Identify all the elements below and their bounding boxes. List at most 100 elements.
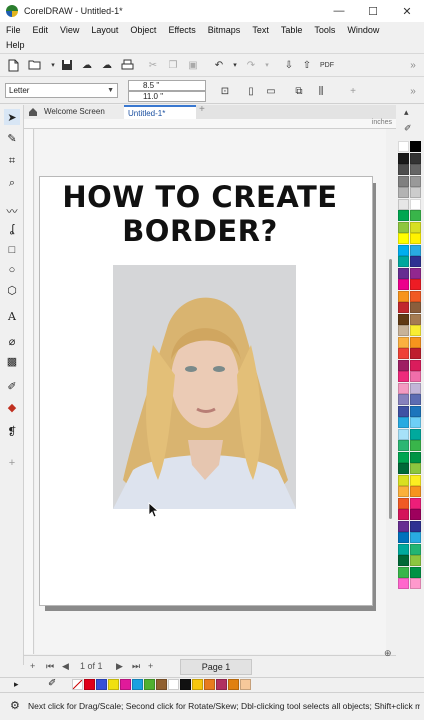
- palette-swatch[interactable]: [398, 279, 409, 290]
- document-palette-swatch[interactable]: [204, 679, 215, 690]
- palette-swatch[interactable]: [410, 313, 421, 325]
- menu-bitmaps[interactable]: Bitmaps: [202, 25, 247, 35]
- redo-icon[interactable]: ↷: [244, 58, 258, 72]
- palette-swatch[interactable]: [398, 428, 409, 440]
- add-tool-icon[interactable]: +: [4, 455, 20, 471]
- eyedropper-tool-icon[interactable]: ✐: [4, 378, 20, 394]
- palette-swatch[interactable]: [398, 348, 409, 359]
- palette-swatch[interactable]: [410, 394, 421, 405]
- freehand-tool-icon[interactable]: 〰: [4, 203, 20, 219]
- menu-help[interactable]: Help: [0, 40, 31, 50]
- palette-swatch[interactable]: [398, 394, 409, 405]
- headline-text[interactable]: HOW TO CREATE BORDER?: [45, 180, 355, 248]
- copy-icon[interactable]: ❐: [166, 58, 180, 72]
- palette-swatch[interactable]: [398, 313, 409, 325]
- palette-swatch[interactable]: [410, 382, 421, 394]
- polygon-tool-icon[interactable]: ⬡: [4, 282, 20, 298]
- palette-swatch[interactable]: [398, 359, 409, 371]
- cloud-download-icon[interactable]: ☁: [100, 58, 114, 72]
- palette-swatch[interactable]: [398, 463, 409, 474]
- eyedropper-icon[interactable]: ✐: [48, 678, 56, 689]
- export-icon[interactable]: ⇧: [300, 58, 314, 72]
- menu-view[interactable]: View: [54, 25, 85, 35]
- palette-swatch[interactable]: [410, 198, 421, 210]
- palette-swatch[interactable]: [410, 543, 421, 555]
- palette-swatch[interactable]: [398, 210, 409, 221]
- palette-swatch[interactable]: [398, 256, 409, 267]
- palette-swatch[interactable]: [398, 532, 409, 543]
- palette-swatch[interactable]: [410, 578, 421, 589]
- palette-swatch[interactable]: [398, 233, 409, 244]
- palette-swatch[interactable]: [410, 520, 421, 532]
- document-palette-swatch[interactable]: [156, 679, 167, 690]
- palette-swatch[interactable]: [410, 256, 421, 267]
- palette-swatch[interactable]: [398, 302, 409, 313]
- palette-swatch[interactable]: [398, 221, 409, 233]
- cut-icon[interactable]: ✂: [146, 58, 160, 72]
- document-palette-swatch[interactable]: [240, 679, 251, 690]
- save-icon[interactable]: [60, 58, 74, 72]
- new-tab-button[interactable]: +: [197, 105, 209, 119]
- settings-icon[interactable]: ⚙: [10, 699, 20, 712]
- palette-swatch[interactable]: [410, 164, 421, 175]
- all-pages-icon[interactable]: ⧉: [292, 84, 306, 98]
- palette-swatch[interactable]: [410, 221, 421, 233]
- rectangle-tool-icon[interactable]: □: [4, 242, 20, 258]
- palette-swatch[interactable]: [398, 290, 409, 302]
- page-size-select[interactable]: Letter ▼: [5, 83, 118, 98]
- palette-swatch[interactable]: [410, 451, 421, 463]
- new-document-icon[interactable]: [6, 58, 20, 72]
- lock-ratio-icon[interactable]: ⊡: [218, 84, 232, 98]
- palette-eyedropper-icon[interactable]: ✐: [404, 123, 412, 134]
- paste-icon[interactable]: ▣: [186, 58, 200, 72]
- portrait-photo[interactable]: [113, 265, 296, 509]
- palette-swatch[interactable]: [410, 566, 421, 578]
- minimize-button[interactable]: —: [322, 0, 356, 22]
- palette-swatch[interactable]: [398, 152, 409, 164]
- current-page-icon[interactable]: ⫼: [314, 84, 328, 98]
- next-page-icon[interactable]: ▶: [116, 661, 123, 672]
- menu-effects[interactable]: Effects: [162, 25, 201, 35]
- menu-file[interactable]: File: [0, 25, 27, 35]
- toolbar-overflow-icon[interactable]: »: [406, 58, 420, 72]
- palette-swatch[interactable]: [398, 267, 409, 279]
- palette-swatch[interactable]: [410, 336, 421, 348]
- document-palette-swatch[interactable]: [144, 679, 155, 690]
- tab-untitled-1[interactable]: Untitled-1*: [124, 105, 196, 119]
- palette-swatch[interactable]: [410, 428, 421, 440]
- add-page-after-icon[interactable]: +: [148, 661, 153, 671]
- palette-swatch[interactable]: [410, 405, 421, 417]
- print-icon[interactable]: [120, 58, 134, 72]
- palette-swatch[interactable]: [410, 187, 421, 198]
- text-tool-icon[interactable]: A: [4, 308, 20, 324]
- document-palette-swatch[interactable]: [120, 679, 131, 690]
- palette-scroll-up-icon[interactable]: ▴: [404, 107, 409, 118]
- document-palette-swatch[interactable]: [192, 679, 203, 690]
- add-icon[interactable]: +: [346, 84, 360, 98]
- palette-swatch[interactable]: [398, 566, 409, 578]
- menu-tools[interactable]: Tools: [308, 25, 341, 35]
- palette-swatch[interactable]: [398, 474, 409, 486]
- palette-swatch[interactable]: [398, 417, 409, 428]
- import-icon[interactable]: ⇩: [282, 58, 296, 72]
- document-palette-swatch[interactable]: [84, 679, 95, 690]
- palette-swatch[interactable]: [398, 187, 409, 198]
- palette-swatch[interactable]: [398, 164, 409, 175]
- palette-swatch[interactable]: [398, 578, 409, 589]
- palette-swatch[interactable]: [398, 244, 409, 256]
- menu-edit[interactable]: Edit: [27, 25, 55, 35]
- document-palette-swatch[interactable]: [216, 679, 227, 690]
- palette-swatch[interactable]: [410, 152, 421, 164]
- palette-swatch[interactable]: [398, 451, 409, 463]
- publish-pdf-icon[interactable]: PDF: [320, 58, 334, 72]
- palette-swatch[interactable]: [410, 175, 421, 187]
- landscape-icon[interactable]: ▭: [264, 84, 278, 98]
- connector-tool-icon[interactable]: ⌀: [4, 333, 20, 349]
- transparency-tool-icon[interactable]: ▩: [4, 353, 20, 369]
- palette-swatch[interactable]: [410, 141, 421, 152]
- palette-swatch[interactable]: [398, 440, 409, 451]
- palette-swatch[interactable]: [410, 290, 421, 302]
- menu-table[interactable]: Table: [275, 25, 309, 35]
- cloud-upload-icon[interactable]: ☁: [80, 58, 94, 72]
- shape-tool-icon[interactable]: ✎: [4, 130, 20, 146]
